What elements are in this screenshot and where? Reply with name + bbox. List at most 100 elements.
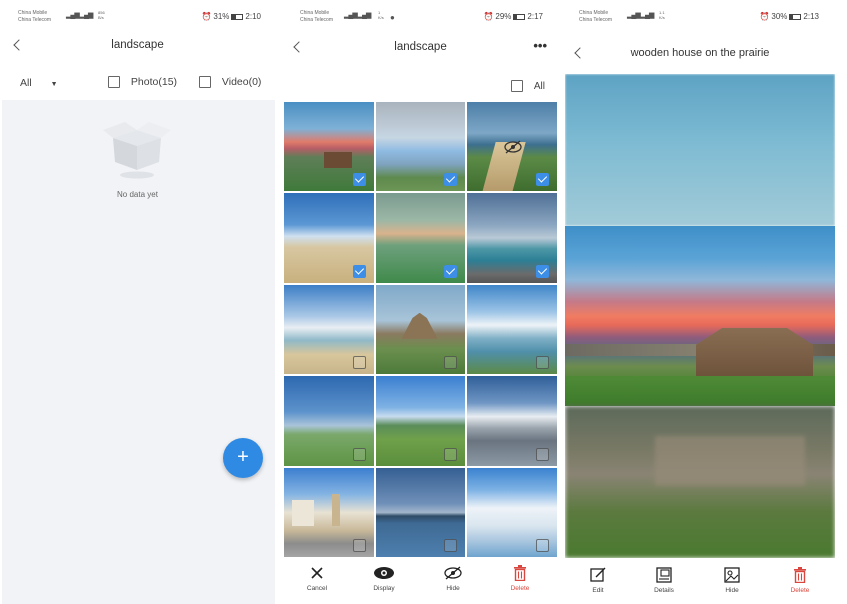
- unselected-checkbox[interactable]: [352, 356, 366, 370]
- top-bar: landscape •••: [284, 38, 557, 58]
- hide-button[interactable]: Hide: [707, 566, 757, 594]
- status-bar: China Mobile China Telecom ▂▄▆ ▂▄▆ 856 B/…: [0, 8, 275, 28]
- thumbnail-distant-island[interactable]: [375, 467, 466, 557]
- grass-shape: [565, 376, 835, 406]
- more-options-icon[interactable]: •••: [533, 38, 547, 53]
- unselected-checkbox[interactable]: [535, 447, 549, 461]
- thumbnail-rocky-coast[interactable]: [467, 193, 557, 283]
- carrier-names: China Mobile China Telecom: [18, 10, 51, 23]
- clock: 2:10: [245, 12, 261, 21]
- signal-icon: ▂▄▆ ▂▄▆: [344, 12, 371, 19]
- thumbnail-meadow-hill[interactable]: [375, 376, 466, 466]
- unselected-checkbox[interactable]: [535, 356, 549, 370]
- status-right: ⏰ 31% 2:10: [201, 12, 261, 21]
- trash-icon: [495, 564, 545, 582]
- battery-icon: [231, 13, 244, 20]
- carrier-names: China Mobile China Telecom: [579, 10, 612, 23]
- battery-percent: 29%: [495, 12, 512, 21]
- carrier-names: China Mobile China Telecom: [300, 10, 333, 23]
- unselected-checkbox[interactable]: [444, 447, 458, 461]
- thumbnail-blurred-sky[interactable]: [375, 102, 466, 192]
- blurred-sky-section: [565, 74, 835, 226]
- thumbnail-beach-clouds[interactable]: [284, 284, 374, 375]
- house-shape: [324, 152, 352, 168]
- unselected-checkbox[interactable]: [352, 447, 366, 461]
- thumbnail-hill-castle[interactable]: [375, 284, 466, 375]
- eye-icon: [359, 564, 409, 582]
- sunset-prairie-image: [565, 226, 835, 406]
- selection-action-bar: Cancel Display Hide Delete: [284, 560, 557, 604]
- selected-check-icon[interactable]: [444, 173, 458, 187]
- tower-shape: [332, 493, 340, 526]
- cancel-button[interactable]: Cancel: [292, 564, 342, 592]
- alarm-icon: ⏰: [201, 12, 212, 21]
- details-button[interactable]: Details: [639, 566, 689, 594]
- checkbox-icon: [108, 76, 120, 89]
- blurred-ground-section: [565, 406, 835, 558]
- photo-viewer[interactable]: [565, 74, 835, 558]
- unselected-checkbox[interactable]: [535, 539, 549, 552]
- checkbox-icon: [199, 76, 211, 89]
- edit-button[interactable]: Edit: [573, 566, 623, 594]
- status-bar: China Mobile China Telecom ▂▄▆ ▂▄▆ 1.1 K/…: [565, 8, 835, 28]
- dropdown-caret-icon: ▼: [50, 81, 58, 88]
- alarm-icon: ⏰: [483, 12, 494, 21]
- trash-icon: [775, 566, 825, 584]
- thumbnail-green-valley[interactable]: [375, 193, 466, 283]
- video-filter-checkbox[interactable]: Video(0): [199, 76, 261, 89]
- thumbnail-snowy-mountains[interactable]: [467, 376, 557, 466]
- hill-shape: [401, 312, 438, 339]
- close-icon: [292, 564, 342, 582]
- unselected-checkbox[interactable]: [444, 539, 458, 552]
- hide-button[interactable]: Hide: [428, 564, 478, 592]
- hide-image-icon: [707, 566, 757, 584]
- empty-box-icon: [103, 122, 171, 179]
- delete-button[interactable]: Delete: [775, 566, 825, 594]
- display-button[interactable]: Display: [359, 564, 409, 592]
- album-select-screen: China Mobile China Telecom ▂▄▆ ▂▄▆ 1 K/s …: [284, 0, 557, 604]
- status-right: ⏰ 30% 2:13: [759, 12, 819, 21]
- delete-button[interactable]: Delete: [495, 564, 545, 592]
- thumbnail-grid: [284, 102, 557, 557]
- album-empty-screen: China Mobile China Telecom ▂▄▆ ▂▄▆ 856 B/…: [0, 0, 275, 604]
- filter-all-dropdown[interactable]: All ▼: [20, 77, 58, 89]
- signal-icon: ▂▄▆ ▂▄▆: [66, 12, 93, 19]
- selected-check-icon[interactable]: [352, 173, 366, 187]
- selected-check-icon[interactable]: [535, 173, 549, 187]
- clock: 2:13: [803, 12, 819, 21]
- selected-check-icon[interactable]: [535, 264, 549, 278]
- thumbnail-european-town[interactable]: [284, 467, 374, 557]
- network-speed: 856 B/s: [98, 10, 105, 20]
- selected-check-icon[interactable]: [352, 264, 366, 278]
- select-all-checkbox[interactable]: All: [511, 80, 545, 92]
- battery-icon: [789, 13, 802, 20]
- battery-percent: 31%: [213, 12, 230, 21]
- thumbnail-cumulus-clouds[interactable]: [467, 467, 557, 557]
- clock: 2:17: [527, 12, 543, 21]
- thumbnail-prairie-sunset-wooden-house[interactable]: [284, 102, 374, 192]
- eye-off-icon: [428, 564, 478, 582]
- thumbnail-lake-clouds[interactable]: [467, 284, 557, 375]
- alarm-icon: ⏰: [759, 12, 770, 21]
- message-icon: ●: [390, 13, 395, 22]
- photo-filter-checkbox[interactable]: Photo(15): [108, 76, 177, 89]
- building-shape: [292, 499, 314, 526]
- status-right: ⏰ 29% 2:17: [483, 12, 543, 21]
- thumbnail-beach-dunes[interactable]: [284, 193, 374, 283]
- photo-detail-screen: China Mobile China Telecom ▂▄▆ ▂▄▆ 1.1 K/…: [565, 0, 835, 604]
- status-bar: China Mobile China Telecom ▂▄▆ ▂▄▆ 1 K/s …: [284, 8, 557, 28]
- edit-icon: [573, 566, 623, 584]
- top-bar: landscape: [0, 36, 275, 56]
- unselected-checkbox[interactable]: [352, 539, 366, 552]
- filter-bar: All ▼ Photo(15) Video(0): [0, 76, 275, 94]
- page-title: landscape: [111, 39, 164, 51]
- network-speed: 1.1 K/s: [659, 10, 665, 20]
- unselected-checkbox[interactable]: [444, 356, 458, 370]
- thumbnail-coastal-path[interactable]: [467, 102, 557, 192]
- add-button[interactable]: +: [223, 438, 263, 478]
- selected-check-icon[interactable]: [444, 264, 458, 278]
- details-icon: [639, 566, 689, 584]
- battery-icon: [513, 13, 526, 20]
- thumbnail-green-field-sky[interactable]: [284, 376, 374, 466]
- network-speed: 1 K/s: [378, 10, 384, 20]
